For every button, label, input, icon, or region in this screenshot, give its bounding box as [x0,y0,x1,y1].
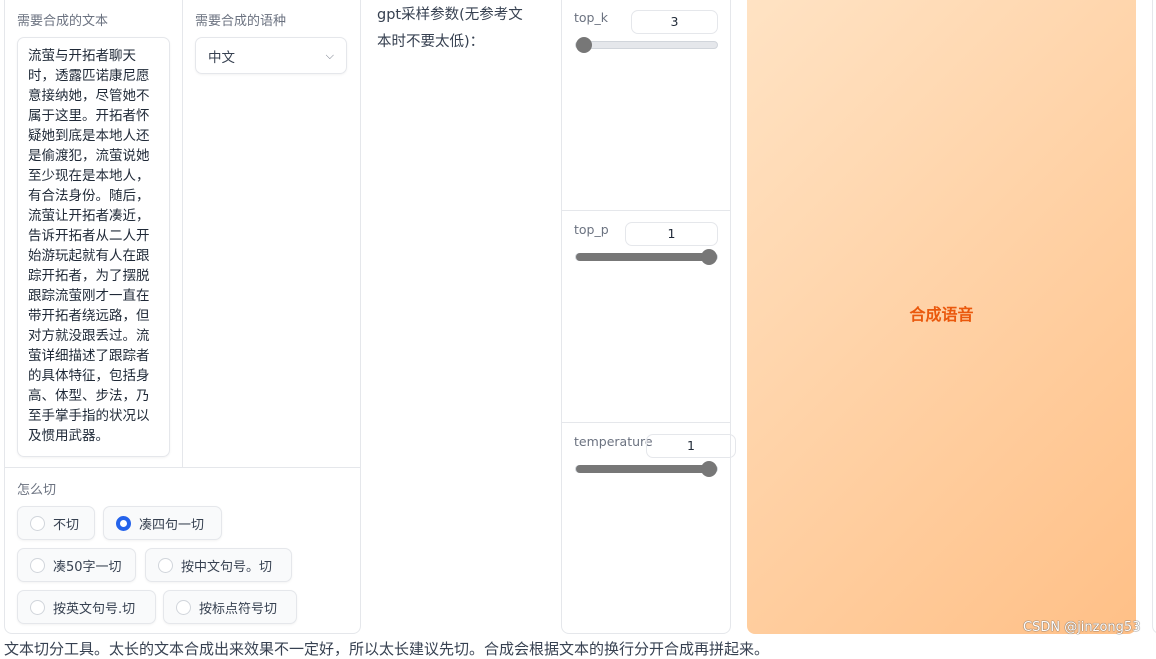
slider-top_k[interactable] [575,37,718,53]
split-option-en-period[interactable]: 按英文句号.切 [17,590,156,624]
split-label: 怎么切 [17,483,57,498]
watermark: CSDN @jinzong53 [1023,620,1141,635]
option-label: 按英文句号.切 [53,601,136,617]
radio-icon [176,599,191,615]
split-option-punctuation[interactable]: 按标点符号切 [163,590,297,624]
language-label: 需要合成的语种 [195,14,287,29]
slider-number-input[interactable]: 1 [625,222,718,246]
split-option-cn-period[interactable]: 按中文句号。切 [145,548,292,582]
divider [562,422,730,423]
option-label: 凑50字一切 [53,559,122,575]
slider-fill [576,253,717,261]
radio-icon [30,599,45,615]
slider-number-input[interactable]: 3 [631,10,718,34]
sliders-panel [561,0,731,634]
synthesize-button[interactable]: 合成语音 [747,0,1136,634]
slider-thumb[interactable] [576,37,592,53]
option-label: 不切 [53,517,80,533]
slider-label: top_p [574,222,609,237]
chevron-down-icon: ⌵ [325,48,334,62]
split-option-none[interactable]: 不切 [17,506,95,540]
footer-text: 文本切分工具。太长的文本合成出来效果不一定好，所以太长建议先切。合成会根据文本的… [4,640,770,658]
option-label: 按中文句号。切 [181,559,273,575]
slider-label: top_k [574,10,608,25]
radio-checked-icon [116,515,131,531]
text-input[interactable]: 流萤与开拓者聊天时，透露匹诺康尼愿意接纳她，尽管她不属于这里。开拓者怀疑她到底是… [17,37,170,457]
gpt-params-label: gpt采样参数(无参考文本时不要太低)： [377,7,523,50]
divider [562,210,730,211]
radio-icon [158,557,173,573]
language-value: 中文 [208,49,235,66]
slider-temperature[interactable] [575,461,718,477]
text-input-label: 需要合成的文本 [17,14,109,29]
radio-icon [30,557,45,573]
slider-fill [576,465,717,473]
slider-label: temperature [574,434,653,449]
split-option-four-sentences[interactable]: 凑四句一切 [103,506,222,540]
slider-number-input[interactable]: 1 [646,434,736,458]
split-option-50-chars[interactable]: 凑50字一切 [17,548,136,582]
option-label: 按标点符号切 [199,601,278,617]
language-select[interactable]: 中文 ⌵ [195,37,347,74]
right-panel-edge [1152,0,1156,634]
radio-icon [30,515,45,531]
slider-thumb[interactable] [701,249,717,265]
slider-thumb[interactable] [701,461,717,477]
divider [182,0,183,467]
synthesize-label: 合成语音 [909,305,974,324]
divider [5,467,360,468]
slider-top_p[interactable] [575,249,718,265]
option-label: 凑四句一切 [139,517,205,533]
